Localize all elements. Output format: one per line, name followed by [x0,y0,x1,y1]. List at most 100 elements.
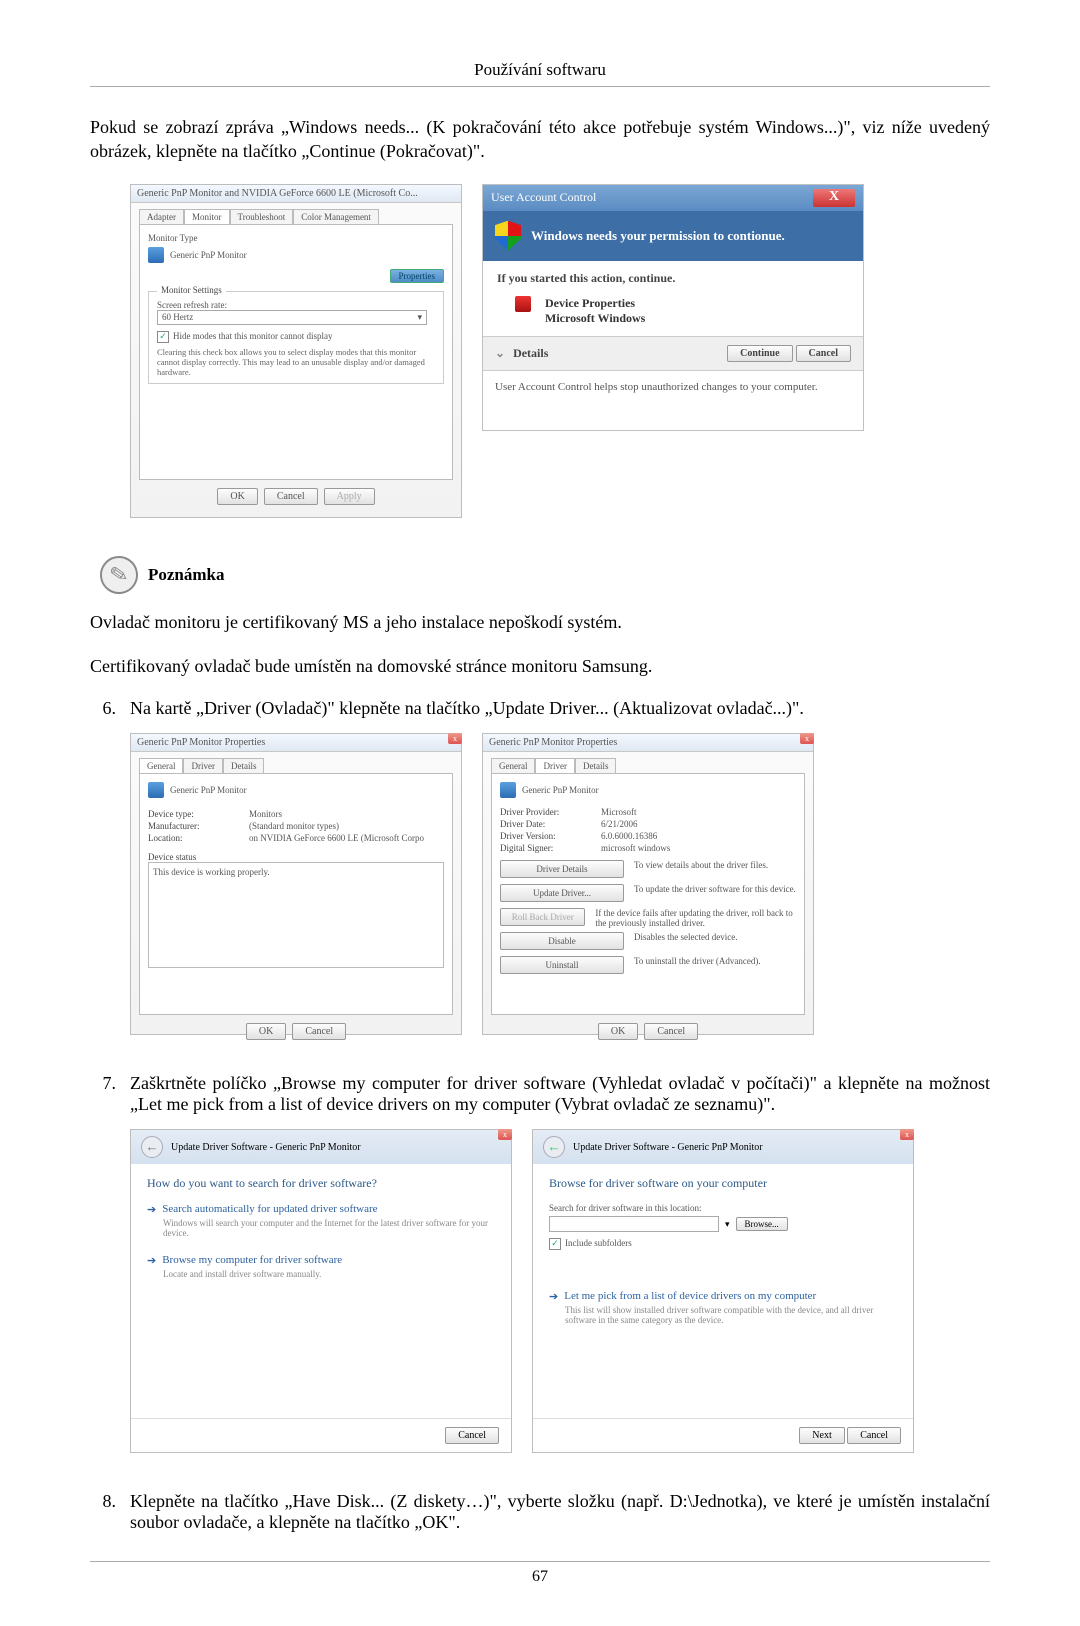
dialog-tabstrip: Adapter Monitor Troubleshoot Color Manag… [139,209,453,224]
pencil-icon: ✎ [97,553,141,597]
uac-title-text: User Account Control [491,190,596,205]
update-driver-desc: To update the driver software for this d… [634,884,796,894]
close-icon[interactable]: X [813,189,855,207]
properties-button[interactable]: Properties [390,269,445,283]
uac-dialog: User Account Control X Windows needs you… [482,184,864,431]
refresh-rate-value: 60 Hertz [162,312,193,323]
cancel-button[interactable]: Cancel [292,1023,346,1040]
program-icon [515,296,531,312]
list-number: 7. [90,1073,122,1115]
close-icon[interactable]: x [800,733,814,744]
tab-details[interactable]: Details [575,758,617,773]
cancel-button[interactable]: Cancel [644,1023,698,1040]
hide-modes-label: Hide modes that this monitor cannot disp… [173,331,332,343]
hide-modes-checkbox[interactable]: ✓ [157,331,169,343]
tab-color-management[interactable]: Color Management [293,209,379,224]
tab-driver[interactable]: Driver [535,758,575,773]
shield-icon [495,221,521,251]
screenshot-row-1: Generic PnP Monitor and NVIDIA GeForce 6… [130,184,990,518]
refresh-rate-select[interactable]: 60 Hertz ▾ [157,310,427,325]
cancel-button[interactable]: Cancel [796,345,851,362]
option-browse[interactable]: ➔Browse my computer for driver software [147,1254,495,1267]
digital-signer-value: microsoft windows [601,843,670,853]
note-line-1: Ovladač monitoru je certifikovaný MS a j… [90,610,990,634]
uac-program-name: Device Properties [545,296,645,311]
device-properties-driver-dialog: x Generic PnP Monitor Properties General… [482,733,814,1035]
disable-desc: Disables the selected device. [634,932,737,942]
apply-button[interactable]: Apply [324,488,375,505]
uac-footnote: User Account Control helps stop unauthor… [483,371,863,403]
driver-details-desc: To view details about the driver files. [634,860,768,870]
device-type-value: Monitors [249,809,282,819]
driver-date-value: 6/21/2006 [601,819,638,829]
chevron-down-icon[interactable]: ⌄ [495,346,505,361]
device-type-label: Device type: [148,809,243,819]
option-let-me-pick-desc: This list will show installed driver sof… [565,1305,897,1325]
browse-button[interactable]: Browse... [736,1217,788,1231]
option-let-me-pick-text: Let me pick from a list of device driver… [564,1290,816,1303]
option-auto-search-desc: Windows will search your computer and th… [163,1218,495,1238]
dialog-titlebar: Generic PnP Monitor Properties [131,734,461,752]
update-driver-wizard-browse: x ← Update Driver Software - Generic PnP… [532,1129,914,1453]
details-toggle[interactable]: Details [513,346,548,361]
option-let-me-pick[interactable]: ➔Let me pick from a list of device drive… [549,1290,897,1303]
note-block: ✎ Poznámka [90,556,990,594]
disable-button[interactable]: Disable [500,932,624,950]
include-subfolders-checkbox[interactable]: ✓ [549,1238,561,1250]
back-icon[interactable]: ← [543,1136,565,1158]
device-status-label: Device status [148,852,444,862]
driver-details-button[interactable]: Driver Details [500,860,624,878]
uac-banner-text: Windows needs your permission to contion… [531,228,785,244]
monitor-icon [148,247,164,263]
next-button[interactable]: Next [799,1427,844,1444]
location-value: on NVIDIA GeForce 6600 LE (Microsoft Cor… [249,833,424,843]
wizard-question: How do you want to search for driver sof… [147,1176,495,1191]
chevron-down-icon: ▾ [417,312,422,323]
cancel-button[interactable]: Cancel [847,1427,901,1444]
monitor-icon [148,782,164,798]
footer-rule [90,1561,990,1562]
ok-button[interactable]: OK [217,488,257,505]
note-line-2: Certifikovaný ovladač bude umístěn na do… [90,654,990,678]
hide-modes-note: Clearing this check box allows you to se… [157,347,435,377]
location-label: Location: [148,833,243,843]
screenshot-row-3: x ← Update Driver Software - Generic PnP… [130,1129,990,1453]
tab-general[interactable]: General [139,758,183,773]
close-icon[interactable]: x [448,733,462,744]
ok-button[interactable]: OK [246,1023,286,1040]
tab-details[interactable]: Details [223,758,265,773]
rollback-driver-button[interactable]: Roll Back Driver [500,908,585,926]
tab-adapter[interactable]: Adapter [139,209,184,224]
option-browse-desc: Locate and install driver software manua… [163,1269,495,1279]
refresh-rate-label: Screen refresh rate: [157,300,435,310]
manufacturer-value: (Standard monitor types) [249,821,339,831]
option-auto-search[interactable]: ➔Search automatically for updated driver… [147,1203,495,1216]
wizard-title: Update Driver Software - Generic PnP Mon… [171,1142,361,1153]
device-status-text: This device is working properly. [153,867,270,877]
ok-button[interactable]: OK [598,1023,638,1040]
note-label: Poznámka [148,565,225,585]
cancel-button[interactable]: Cancel [445,1427,499,1444]
uninstall-button[interactable]: Uninstall [500,956,624,974]
group-label: Monitor Settings [157,285,226,295]
tab-general[interactable]: General [491,758,535,773]
location-input[interactable] [549,1216,719,1232]
close-icon[interactable]: x [498,1129,512,1140]
update-driver-button[interactable]: Update Driver... [500,884,624,902]
driver-provider-label: Driver Provider: [500,807,595,817]
driver-version-value: 6.0.6000.16386 [601,831,657,841]
option-browse-text: Browse my computer for driver software [162,1254,342,1267]
chevron-down-icon[interactable]: ▾ [725,1219,730,1230]
tab-troubleshoot[interactable]: Troubleshoot [230,209,294,224]
page-header: Používání softwaru [90,60,990,80]
monitor-settings-group: Monitor Settings Screen refresh rate: 60… [148,291,444,384]
monitor-type-label: Monitor Type [148,233,444,243]
tab-driver[interactable]: Driver [183,758,223,773]
back-icon[interactable]: ← [141,1136,163,1158]
device-properties-general-dialog: x Generic PnP Monitor Properties General… [130,733,462,1035]
tab-monitor[interactable]: Monitor [184,209,230,224]
close-icon[interactable]: x [900,1129,914,1140]
uac-banner: Windows needs your permission to contion… [483,211,863,261]
cancel-button[interactable]: Cancel [264,488,318,505]
continue-button[interactable]: Continue [727,345,792,362]
